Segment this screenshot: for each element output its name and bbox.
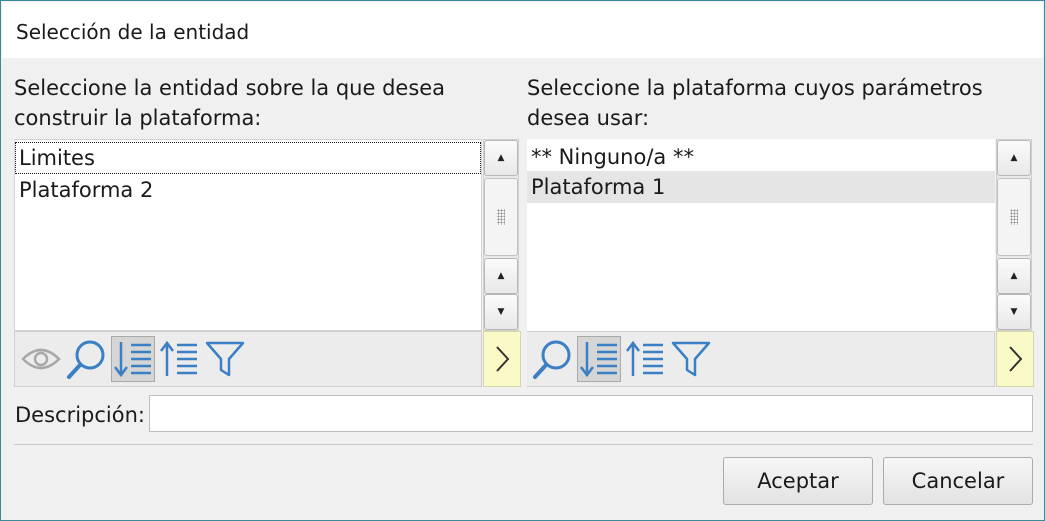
scroll-up-button[interactable]: ▲ [484,140,518,176]
window-title: Selección de la entidad [16,20,250,44]
platform-toolbar [527,331,995,387]
triangle-up-icon: ▲ [1010,153,1018,163]
sort-ascending-button[interactable] [157,336,201,382]
description-input[interactable] [149,395,1033,432]
search-button[interactable] [65,336,109,382]
entity-toolbar [14,331,482,387]
search-icon [67,340,105,379]
list-item-limites[interactable]: Limites [15,142,481,174]
platform-next-button[interactable] [996,331,1034,387]
entity-next-button[interactable] [483,331,521,387]
sort-descending-button[interactable] [577,336,621,382]
search-icon [533,340,571,379]
filter-icon [205,341,245,377]
view-button[interactable] [19,336,63,382]
sort-ascending-button[interactable] [623,336,667,382]
list-item-plataforma-1[interactable]: Plataforma 1 [527,171,995,203]
scroll-thumb[interactable] [997,178,1031,256]
scroll-thumb[interactable] [484,178,518,256]
triangle-up-icon: ▲ [1010,271,1018,281]
title-bar[interactable]: Selección de la entidad [2,2,1043,58]
platform-list[interactable]: ** Ninguno/a ** Plataforma 1 [527,139,995,331]
triangle-up-icon: ▲ [497,271,505,281]
list-item-plataforma-2[interactable]: Plataforma 2 [15,174,481,206]
filter-button[interactable] [203,336,247,382]
accept-button[interactable]: Aceptar [723,457,873,505]
cancel-button[interactable]: Cancelar [883,457,1033,505]
list-item-ninguno[interactable]: ** Ninguno/a ** [527,141,995,173]
filter-icon [671,341,711,377]
separator [14,444,1033,445]
sort-descending-icon [114,342,151,378]
sort-ascending-icon [160,340,197,376]
sort-descending-button[interactable] [111,336,155,382]
grip-icon [497,209,505,225]
platform-list-scrollbar[interactable]: ▲ ▲ ▼ [996,139,1032,331]
entity-list[interactable]: Limites Plataforma 2 [14,139,482,331]
grip-icon [1010,209,1018,225]
entity-list-scrollbar[interactable]: ▲ ▲ ▼ [483,139,519,331]
triangle-down-icon: ▼ [497,307,505,317]
chevron-right-icon [496,346,510,372]
sort-ascending-icon [626,340,663,376]
scroll-page-up-button[interactable]: ▲ [997,258,1031,294]
scroll-up-button[interactable]: ▲ [997,140,1031,176]
scroll-page-up-button[interactable]: ▲ [484,258,518,294]
sort-descending-icon [580,342,617,378]
triangle-up-icon: ▲ [497,153,505,163]
search-button[interactable] [531,336,575,382]
description-label: Descripción: [15,403,145,427]
triangle-down-icon: ▼ [1010,307,1018,317]
filter-button[interactable] [669,336,713,382]
platform-prompt: Seleccione la plataforma cuyos parámetro… [527,76,983,130]
scroll-down-button[interactable]: ▼ [484,294,518,330]
entity-prompt: Seleccione la entidad sobre la que desea… [14,76,446,130]
eye-icon [21,348,61,370]
entity-selection-dialog: Selección de la entidad Seleccione la en… [0,0,1045,521]
chevron-right-icon [1009,346,1023,372]
scroll-down-button[interactable]: ▼ [997,294,1031,330]
